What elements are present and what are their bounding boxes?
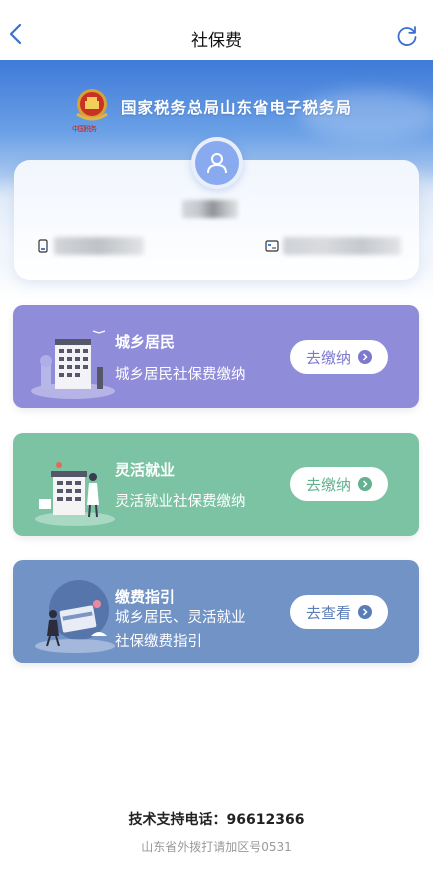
chevron-right-icon	[358, 477, 372, 491]
phone-redacted	[54, 237, 144, 255]
service-card-urban-rural[interactable]: 城乡居民 城乡居民社保费缴纳 去缴纳	[13, 305, 419, 408]
service-subtitle: 城乡居民社保费缴纳	[115, 367, 246, 383]
guide-illustration-icon	[31, 574, 121, 654]
button-label: 去查看	[305, 603, 351, 622]
support-note: 山东省外拨打请加区号0531	[141, 840, 292, 854]
service-subtitle-line-2: 社保缴费指引	[115, 634, 202, 650]
service-subtitle-line-1: 城乡居民、灵活就业	[115, 610, 246, 626]
button-label: 去缴纳	[305, 475, 351, 494]
service-title: 缴费指引	[115, 588, 176, 606]
view-button-payment-guide[interactable]: 去查看	[290, 595, 388, 629]
support-phone: 技术支持电话：96612366	[128, 812, 305, 828]
user-icon	[207, 153, 227, 174]
worker-illustration-icon	[31, 447, 121, 527]
building-illustration-icon	[31, 319, 121, 399]
id-card-icon	[265, 238, 279, 252]
id-number-redacted	[283, 237, 401, 255]
phone-icon	[36, 238, 50, 253]
button-label: 去缴纳	[305, 348, 351, 367]
page-title: 社保费	[191, 31, 242, 51]
pay-button-urban-rural[interactable]: 去缴纳	[290, 340, 388, 374]
chevron-right-icon	[358, 350, 372, 364]
service-card-payment-guide[interactable]: 缴费指引 城乡居民、灵活就业 社保缴费指引 去查看	[13, 560, 419, 663]
user-name-redacted	[182, 200, 238, 218]
emblem-caption: 中国税务	[72, 125, 97, 133]
service-title: 灵活就业	[115, 461, 176, 479]
nav-bar: 社保费	[0, 0, 433, 60]
service-card-flexible-employment[interactable]: 灵活就业 灵活就业社保费缴纳 去缴纳	[13, 433, 419, 536]
service-title: 城乡居民	[115, 333, 176, 351]
pay-button-flexible-employment[interactable]: 去缴纳	[290, 467, 388, 501]
chevron-right-icon	[358, 605, 372, 619]
refresh-icon[interactable]	[395, 24, 419, 48]
service-subtitle: 灵活就业社保费缴纳	[115, 494, 246, 510]
avatar	[195, 141, 239, 185]
bureau-name: 国家税务总局山东省电子税务局	[121, 99, 353, 117]
